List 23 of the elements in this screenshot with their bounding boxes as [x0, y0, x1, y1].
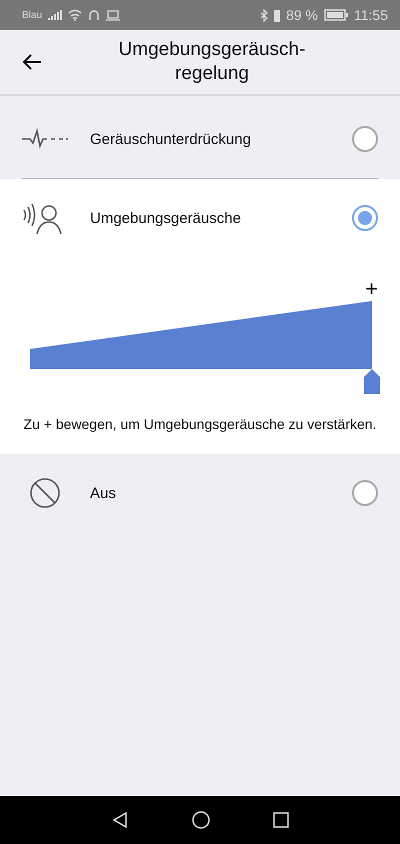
back-nav-icon[interactable]: [111, 811, 129, 829]
slider-thumb[interactable]: [364, 369, 380, 394]
radio-button[interactable]: [352, 205, 378, 231]
carrier-name: Blau: [22, 10, 42, 20]
recents-nav-icon[interactable]: [273, 812, 289, 828]
level-slider[interactable]: [30, 299, 380, 394]
option-label: Geräuschunterdrückung: [90, 130, 252, 148]
battery-icon: [324, 9, 348, 21]
laptop-icon: [106, 9, 120, 21]
wifi-icon: [68, 9, 82, 21]
radio-button[interactable]: [352, 480, 378, 506]
plus-label: +: [365, 279, 378, 299]
clock-time: 11:55: [354, 7, 388, 23]
option-label: Aus: [90, 484, 117, 502]
page-title: Umgebungsgeräusch- regelung: [118, 38, 306, 86]
bluetooth-icon: [260, 8, 268, 22]
battery-percent: 89 %: [286, 7, 318, 23]
headphones-icon: [88, 9, 100, 21]
option-label: Umgebungsgeräusche: [90, 210, 242, 226]
hint-text: Zu + bewegen, um Umgebungsgeräusche zu verstärken.: [22, 415, 378, 434]
home-nav-icon[interactable]: [191, 810, 211, 830]
signal-icon: [48, 9, 62, 21]
radio-button[interactable]: [352, 126, 378, 152]
